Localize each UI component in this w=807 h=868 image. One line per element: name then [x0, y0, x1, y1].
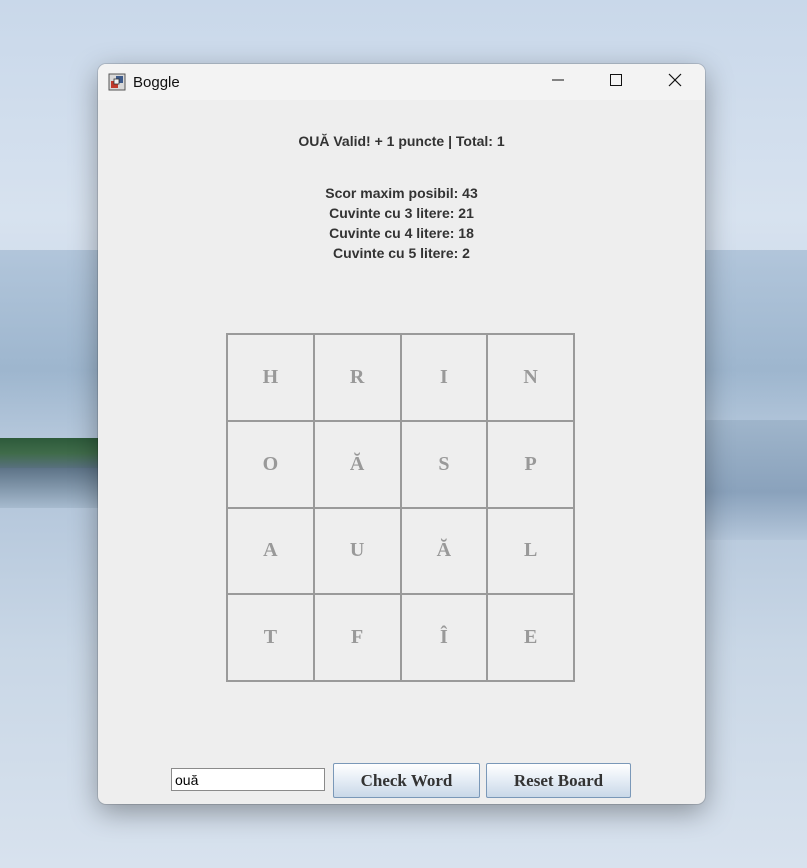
stats-panel: Scor maxim posibil: 43 Cuvinte cu 3 lite…	[98, 183, 705, 263]
board-cell[interactable]: H	[227, 334, 314, 421]
window-title: Boggle	[133, 74, 180, 91]
status-message: OUĂ Valid! + 1 puncte | Total: 1	[298, 133, 505, 149]
maximize-button[interactable]	[587, 64, 645, 100]
board-cell[interactable]: P	[487, 420, 574, 508]
board-cell[interactable]: N	[487, 334, 574, 421]
boggle-app-icon	[108, 73, 126, 91]
reset-board-button[interactable]: Reset Board	[486, 763, 631, 798]
maximize-icon	[610, 73, 622, 91]
minimize-icon	[552, 73, 564, 91]
word-input[interactable]	[171, 768, 325, 791]
board-cell[interactable]: O	[227, 420, 314, 508]
board-cell[interactable]: A	[227, 507, 314, 595]
stat-4-letter-words: Cuvinte cu 4 litere: 18	[329, 225, 474, 241]
board-cell[interactable]: E	[487, 594, 574, 681]
board-cell[interactable]: S	[400, 420, 488, 508]
board-cell[interactable]: L	[487, 507, 574, 595]
close-icon	[668, 73, 682, 92]
board-cell[interactable]: I	[400, 334, 488, 421]
title-bar[interactable]: Boggle	[98, 64, 705, 100]
board-cell[interactable]: Ă	[400, 507, 488, 595]
board-cell[interactable]: R	[313, 334, 401, 421]
stat-3-letter-words: Cuvinte cu 3 litere: 21	[329, 205, 474, 221]
board-cell[interactable]: F	[313, 594, 401, 681]
check-word-button[interactable]: Check Word	[333, 763, 480, 798]
stat-max-score: Scor maxim posibil: 43	[325, 185, 478, 201]
minimize-button[interactable]	[529, 64, 587, 100]
boggle-window: Boggle OUĂ Valid! + 1 puncte | Total: 1 …	[98, 64, 705, 804]
stat-5-letter-words: Cuvinte cu 5 litere: 2	[333, 245, 470, 261]
letter-board: H R I N O Ă S P A U Ă L T F Î E	[226, 333, 575, 682]
board-cell[interactable]: U	[313, 507, 401, 595]
background-reflection	[697, 420, 807, 540]
board-cell[interactable]: Ă	[313, 420, 401, 508]
board-cell[interactable]: Î	[400, 594, 488, 681]
close-button[interactable]	[646, 64, 704, 100]
board-cell[interactable]: T	[227, 594, 314, 681]
